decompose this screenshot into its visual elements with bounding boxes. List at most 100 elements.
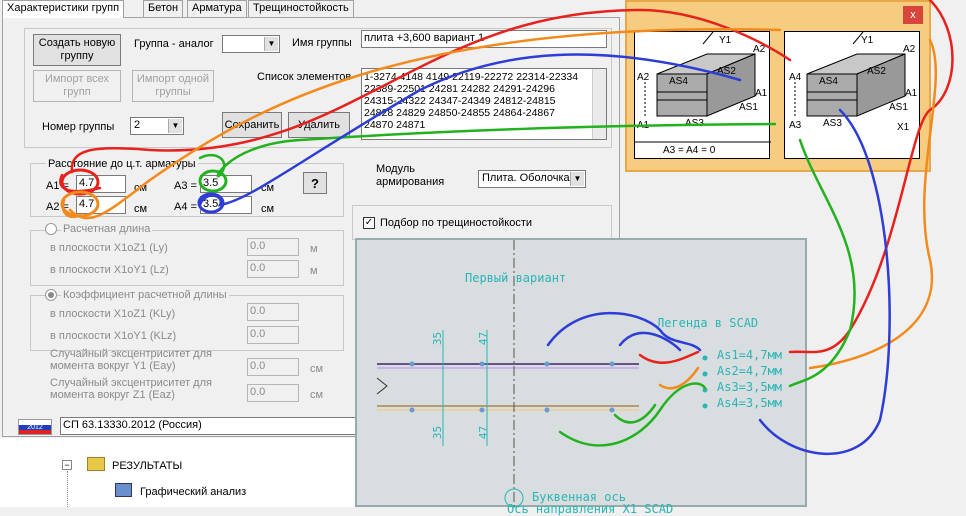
tree-graphic-analysis[interactable]: Графический анализ <box>140 486 246 498</box>
cad-axis-label-2: Ось направления X1 SCAD <box>507 502 674 516</box>
save-button[interactable]: Сохранить <box>222 112 282 138</box>
ly-unit: м <box>310 243 318 255</box>
cad-drawing: Первый вариант Легенда в SCAD As1=4,7мм … <box>355 238 807 516</box>
group-analog-select[interactable]: ▼ <box>222 35 280 53</box>
tab-group-characteristics[interactable]: Характеристики групп <box>2 0 125 18</box>
coef-radio[interactable] <box>45 289 57 301</box>
element-list[interactable]: 1-3274 4148 4149 22119-22272 22314-22334… <box>361 68 607 140</box>
collapse-icon[interactable]: − <box>62 460 72 470</box>
group-number-select[interactable]: 2 ▼ <box>130 117 184 135</box>
cad-dim-47-bottom: 47 <box>477 425 491 440</box>
scheme-as2-right: AS2 <box>867 66 886 77</box>
ly-label: в плоскости X1oZ1 (Ly) <box>50 242 168 254</box>
cad-dim-35-bottom: 35 <box>431 425 445 440</box>
close-button[interactable]: x <box>903 6 923 24</box>
delete-button[interactable]: Удалить <box>288 112 350 138</box>
scheme-a1-right2: A1 <box>905 88 918 99</box>
lz-input[interactable]: 0.0 <box>247 260 299 278</box>
klz-label: в плоскости X1oY1 (KLz) <box>50 330 177 342</box>
modulus-label: Модуль армирования <box>376 163 445 188</box>
tab-bar: Характеристики групп Бетон Арматура Трещ… <box>0 0 620 18</box>
design-length-label: Расчетная длина <box>61 223 153 235</box>
chevron-down-icon: ▼ <box>570 172 584 186</box>
cad-legend-title: Легенда в SCAD <box>657 316 759 330</box>
group-number-label: Номер группы <box>42 121 115 133</box>
cad-dim-35-top: 35 <box>431 331 445 346</box>
ly-input[interactable]: 0.0 <box>247 238 299 256</box>
scheme-as3: AS3 <box>685 118 704 129</box>
tab-reinforcement[interactable]: Арматура <box>187 0 247 17</box>
tab-concrete[interactable]: Бетон <box>143 0 184 17</box>
element-list-label: Список элементов <box>257 71 352 83</box>
reinforcement-scheme-window: x Y1 A2 A2 AS4 AS2 A1 AS1 A1 AS3 A3 = A4… <box>625 0 931 172</box>
norm-select[interactable]: СП 63.13330.2012 (Россия) <box>60 417 360 435</box>
cad-as4: As4=3,5мм <box>717 396 783 410</box>
monitor-icon <box>115 483 132 497</box>
eay-input[interactable]: 0.0 <box>247 358 299 376</box>
slab-right-svg <box>794 32 906 118</box>
scheme-left: Y1 A2 A2 AS4 AS2 A1 AS1 A1 AS3 A3 = A4 =… <box>634 31 771 159</box>
eaz-input[interactable]: 0.0 <box>247 384 299 402</box>
crack-checkbox[interactable]: ✓ <box>363 217 375 229</box>
chevron-down-icon: ▼ <box>168 119 182 133</box>
kly-label: в плоскости X1oZ1 (KLy) <box>50 308 176 320</box>
help-button[interactable]: ? <box>303 172 327 194</box>
tree-results[interactable]: РЕЗУЛЬТАТЫ <box>112 460 182 472</box>
import-one-button[interactable]: Импорт одной группы <box>132 70 214 102</box>
eaz-unit: см <box>310 389 324 401</box>
eay-unit: см <box>310 363 324 375</box>
group-name-label: Имя группы <box>292 37 352 49</box>
crack-check-label: Подбор по трещиностойкости <box>380 217 532 229</box>
a3-input[interactable]: 3.5 <box>200 175 252 193</box>
a2-unit: см <box>134 203 148 215</box>
cad-title: Первый вариант <box>465 271 567 285</box>
cad-dim-47-top: 47 <box>477 331 491 346</box>
tree-line <box>67 471 68 507</box>
list-item: 22389-22501 24281 24282 24291-24296 <box>364 83 555 95</box>
a4-label: A4 = <box>174 201 197 213</box>
distance-group-label: Расстояние до ц.т. арматуры <box>46 158 198 170</box>
a1-input[interactable]: 4.7 <box>76 175 126 193</box>
list-scrollbar[interactable] <box>592 69 606 139</box>
modulus-select[interactable]: Плита. Оболочка ▼ <box>478 170 586 188</box>
create-group-button[interactable]: Создать новую группу <box>33 34 121 66</box>
scheme-y1: Y1 <box>719 35 732 46</box>
tab-crack-resistance[interactable]: Трещиностойкость <box>248 0 354 17</box>
scheme-as2: AS2 <box>717 66 736 77</box>
scheme-a2-left: A2 <box>637 72 650 83</box>
scheme-a1-left: A1 <box>637 120 650 131</box>
cad-as2: As2=4,7мм <box>717 364 783 378</box>
list-item: 24870 24871 <box>364 119 426 131</box>
klz-input[interactable]: 0.0 <box>247 326 299 344</box>
scheme-equation: A3 = A4 = 0 <box>663 145 716 156</box>
scheme-a1-right: A1 <box>755 88 768 99</box>
coef-label: Коэффициент расчетной длины <box>61 289 229 301</box>
cad-as1: As1=4,7мм <box>717 348 783 362</box>
eay-label: Случайный эксцентриситет для момента вок… <box>50 348 212 372</box>
scheme-a4: A4 <box>789 72 802 83</box>
slab-left-svg <box>635 32 771 143</box>
a4-input[interactable]: 3.5 <box>200 196 252 214</box>
lz-unit: м <box>310 265 318 277</box>
a4-unit: см <box>261 203 275 215</box>
chevron-down-icon: ▼ <box>264 37 278 51</box>
kly-input[interactable]: 0.0 <box>247 303 299 321</box>
a3-unit: см <box>261 182 275 194</box>
list-item: 1-3274 4148 4149 22119-22272 22314-22334 <box>364 71 579 83</box>
a2-input[interactable]: 4.7 <box>76 196 126 214</box>
scheme-x1: X1 <box>897 122 910 133</box>
group-analog-label: Группа - аналог <box>134 38 214 50</box>
scheme-as1-right: AS1 <box>889 102 908 113</box>
cad-as3: As3=3,5мм <box>717 380 783 394</box>
design-length-radio[interactable] <box>45 223 57 235</box>
group-name-input[interactable]: плита +3,600 вариант 1 <box>361 30 607 48</box>
list-item: 24828 24829 24850-24855 24864-24867 <box>364 107 555 119</box>
a1-label: A1 = <box>46 180 69 192</box>
import-all-button[interactable]: Импорт всех групп <box>33 70 121 102</box>
list-item: 24315-24322 24347-24349 24812-24815 <box>364 95 556 107</box>
project-tree: − РЕЗУЛЬТАТЫ Графический анализ <box>0 438 355 507</box>
eaz-label: Случайный эксцентриситет для момента вок… <box>50 377 212 401</box>
a3-label: A3 = <box>174 180 197 192</box>
scheme-y1-right: Y1 <box>861 35 874 46</box>
a1-unit: см <box>134 182 148 194</box>
